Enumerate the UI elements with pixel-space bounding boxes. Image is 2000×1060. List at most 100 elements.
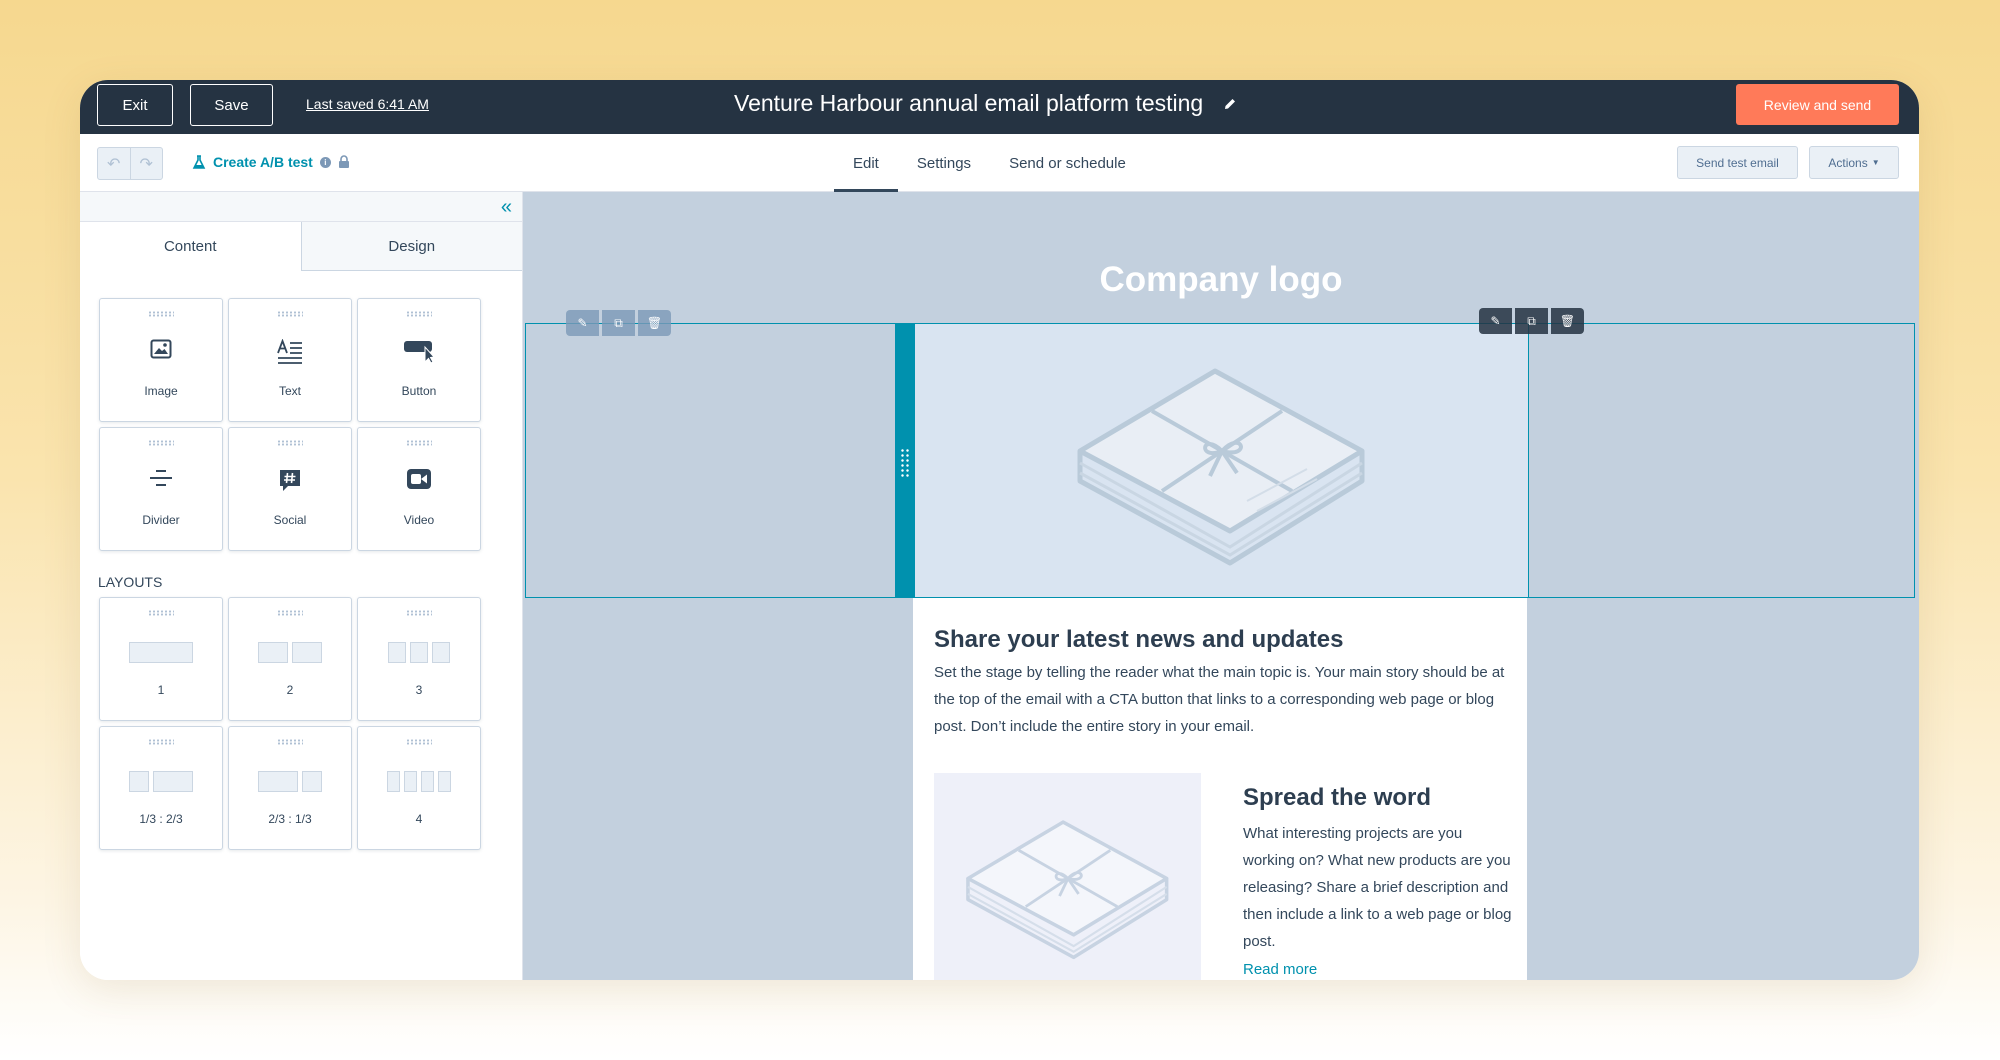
layout-two-thirds-one-third[interactable]: 2/3 : 1/3	[228, 726, 352, 850]
tab-content[interactable]: Content	[80, 222, 302, 271]
layout-label: 2/3 : 1/3	[268, 812, 312, 826]
editor-tabs: Edit Settings Send or schedule	[834, 134, 1145, 192]
drag-grip-icon	[406, 739, 432, 745]
button-icon	[404, 341, 434, 363]
drag-grip-icon	[148, 610, 174, 616]
edit-icon[interactable]: ✎	[566, 310, 599, 336]
layout-2-columns[interactable]: 2	[228, 597, 352, 721]
actions-label: Actions	[1828, 155, 1868, 170]
lock-icon	[338, 155, 349, 168]
edit-icon[interactable]: ✎	[1479, 308, 1512, 334]
send-test-email-button[interactable]: Send test email	[1677, 146, 1798, 179]
module-button[interactable]: Button	[357, 298, 481, 422]
drag-grip-icon	[277, 739, 303, 745]
package-illustration-icon	[1077, 368, 1364, 565]
module-text[interactable]: Text	[228, 298, 352, 422]
flask-icon	[192, 154, 206, 169]
clone-icon[interactable]: ⧉	[602, 310, 635, 336]
email-editor-window: Exit Save Last saved 6:41 AM Venture Har…	[80, 80, 1919, 980]
side-headline: Spread the word	[1243, 784, 1432, 811]
social-icon	[280, 470, 300, 491]
create-ab-test-link[interactable]: Create A/B test i	[192, 154, 350, 170]
layout-preview	[258, 771, 322, 792]
layout-preview	[387, 771, 451, 792]
trash-icon[interactable]: 🗑	[638, 310, 671, 336]
drag-grip-icon	[277, 311, 303, 317]
image-icon	[150, 339, 172, 359]
layout-preview	[129, 771, 193, 792]
text-icon	[277, 339, 302, 364]
drag-grip-icon	[406, 311, 432, 317]
layout-preview	[258, 642, 322, 663]
clone-icon[interactable]: ⧉	[1515, 308, 1548, 334]
module-label: Video	[403, 513, 435, 527]
sidebar-tabs: Content Design	[80, 222, 522, 271]
email-title-text: Venture Harbour annual email platform te…	[734, 90, 1204, 116]
actions-dropdown[interactable]: Actions ▼	[1809, 146, 1899, 179]
ab-test-label: Create A/B test	[213, 154, 313, 170]
info-icon[interactable]: i	[319, 156, 331, 168]
drag-grip-icon	[148, 440, 174, 446]
video-icon	[407, 469, 431, 489]
module-image[interactable]: Image	[99, 298, 223, 422]
drag-grip-icon	[406, 440, 432, 446]
pencil-icon[interactable]	[1223, 97, 1237, 111]
drag-grip-icon	[277, 440, 303, 446]
last-saved-link[interactable]: Last saved 6:41 AM	[306, 96, 429, 112]
layout-label: 3	[415, 683, 423, 697]
layout-4-columns[interactable]: 4	[357, 726, 481, 850]
module-grid: Image Text Button Divider Social Video	[99, 298, 481, 551]
caret-down-icon: ▼	[1871, 158, 1880, 167]
package-illustration-icon	[965, 820, 1168, 960]
layout-preview	[388, 642, 450, 663]
layout-one-third-two-thirds[interactable]: 1/3 : 2/3	[99, 726, 223, 850]
email-canvas: Company logo ✎ ⧉ 🗑 ✎ ⧉ 🗑 Share your late…	[523, 192, 1919, 980]
side-column: Spread the word What interesting project…	[1243, 784, 1518, 978]
image-block-toolbar: ✎ ⧉ 🗑	[1479, 308, 1584, 334]
layout-label: 2	[286, 683, 294, 697]
trash-icon[interactable]: 🗑	[1551, 308, 1584, 334]
module-social[interactable]: Social	[228, 427, 352, 551]
exit-button[interactable]: Exit	[97, 84, 173, 126]
collapse-sidebar-icon[interactable]: «	[501, 196, 512, 219]
layout-grid: 1 2 3 1/3 : 2/3 2/3 : 1/3 4	[99, 597, 481, 850]
email-body-block[interactable]: Share your latest news and updates Set t…	[913, 598, 1527, 980]
sidebar: « Content Design Image Text Button Divid…	[80, 192, 523, 980]
module-label: Image	[144, 384, 178, 398]
read-more-link[interactable]: Read more	[1243, 961, 1518, 978]
review-and-send-button[interactable]: Review and send	[1736, 84, 1899, 125]
redo-icon[interactable]: ↷	[131, 148, 163, 179]
layout-3-columns[interactable]: 3	[357, 597, 481, 721]
editor-toolbar: ↶ ↷ Create A/B test i Edit Settings Send…	[80, 134, 1919, 192]
tab-settings[interactable]: Settings	[898, 134, 990, 192]
module-label: Text	[278, 384, 301, 398]
undo-icon[interactable]: ↶	[98, 148, 131, 179]
secondary-image[interactable]	[934, 773, 1201, 980]
divider-icon	[150, 470, 172, 486]
module-label: Button	[401, 384, 437, 398]
drag-grip-icon	[148, 311, 174, 317]
hero-image-block[interactable]	[915, 323, 1529, 598]
main-headline: Share your latest news and updates	[934, 626, 1344, 653]
module-video[interactable]: Video	[357, 427, 481, 551]
column-drag-handle[interactable]	[895, 323, 915, 598]
sidebar-header: «	[80, 192, 522, 222]
module-label: Divider	[142, 513, 180, 527]
side-paragraph: What interesting projects are you workin…	[1243, 825, 1512, 950]
top-bar: Exit Save Last saved 6:41 AM Venture Har…	[80, 80, 1919, 134]
tab-design[interactable]: Design	[301, 222, 522, 271]
tab-send-or-schedule[interactable]: Send or schedule	[990, 134, 1145, 192]
section-toolbar: ✎ ⧉ 🗑	[566, 310, 671, 336]
main-paragraph: Set the stage by telling the reader what…	[934, 664, 1505, 735]
layouts-heading: LAYOUTS	[98, 574, 163, 590]
layout-1-column[interactable]: 1	[99, 597, 223, 721]
tab-edit[interactable]: Edit	[834, 134, 898, 192]
drag-grip-icon	[406, 610, 432, 616]
layout-label: 1/3 : 2/3	[139, 812, 183, 826]
module-divider[interactable]: Divider	[99, 427, 223, 551]
email-title: Venture Harbour annual email platform te…	[734, 90, 1237, 117]
layout-preview	[129, 642, 193, 663]
company-logo-text[interactable]: Company logo	[523, 260, 1919, 300]
save-button[interactable]: Save	[190, 84, 273, 126]
drag-grip-icon	[277, 610, 303, 616]
